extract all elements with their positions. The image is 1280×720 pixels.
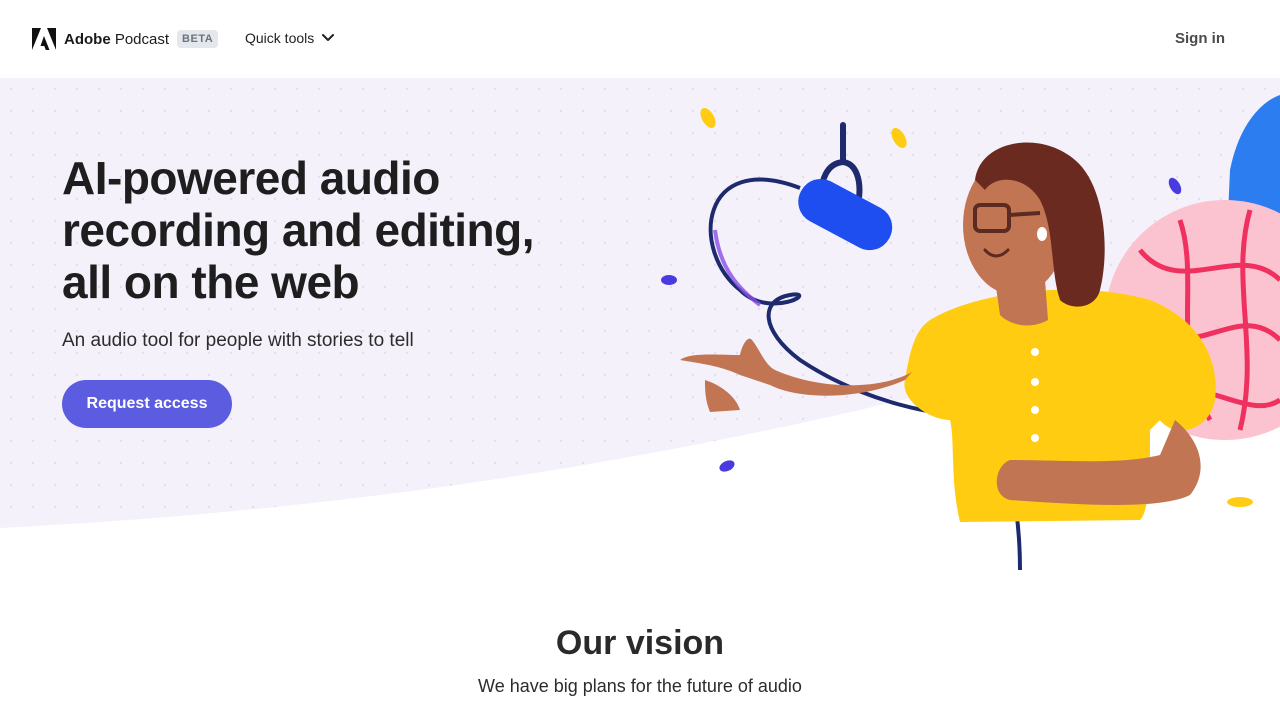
adobe-logo-icon xyxy=(32,28,56,50)
chevron-down-icon xyxy=(322,34,335,41)
request-access-button[interactable]: Request access xyxy=(62,380,232,428)
sign-in-link[interactable]: Sign in xyxy=(1175,30,1225,47)
quick-tools-menu[interactable]: Quick tools xyxy=(245,30,335,46)
brand-name: Adobe Podcast xyxy=(64,31,169,48)
top-navigation: Adobe Podcast BETA Quick tools Sign in xyxy=(0,0,1280,78)
hero-subtitle: An audio tool for people with stories to… xyxy=(62,330,414,351)
brand[interactable]: Adobe Podcast BETA xyxy=(32,28,219,50)
brand-name-bold: Adobe xyxy=(64,30,111,48)
hero-title-line: AI-powered audio xyxy=(62,152,440,204)
hero-title-line: all on the web xyxy=(62,256,360,308)
hero-title: AI-powered audio recording and editing, … xyxy=(62,152,622,308)
quick-tools-label: Quick tools xyxy=(245,30,315,46)
vision-subtitle: We have big plans for the future of audi… xyxy=(478,676,802,696)
hero-title-line: recording and editing, xyxy=(62,204,535,256)
vision-title: Our vision xyxy=(555,624,725,662)
brand-name-rest: Podcast xyxy=(110,30,170,48)
beta-badge: BETA xyxy=(177,30,219,48)
podcaster-illustration xyxy=(661,95,1280,571)
